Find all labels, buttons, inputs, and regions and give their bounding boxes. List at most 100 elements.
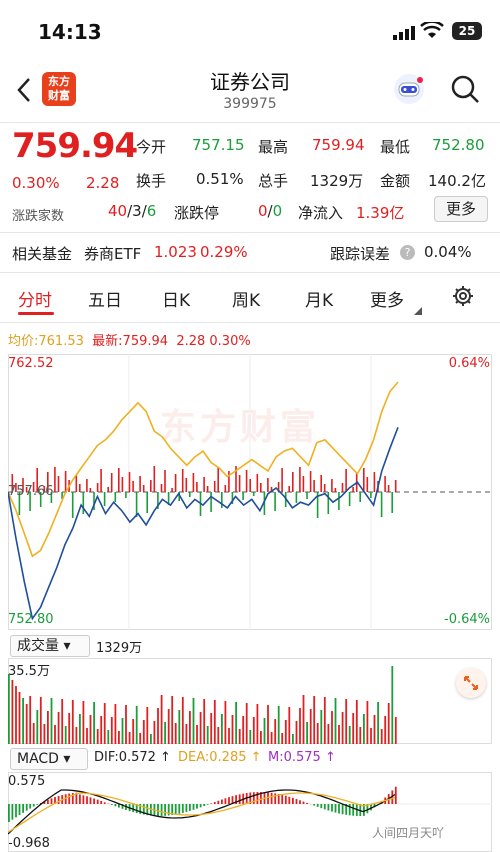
net-flow-bar — [327, 492, 330, 514]
volume-bar — [171, 696, 174, 744]
volume-total: 1329万 — [96, 641, 143, 656]
volume-bar — [217, 727, 220, 744]
volume-bar — [299, 708, 301, 744]
tab-daily-k[interactable]: 日K — [162, 286, 190, 311]
volume-bar — [185, 724, 188, 744]
volume-bar — [89, 715, 92, 744]
tab-intraday[interactable]: 分时 — [18, 286, 52, 311]
volume-bar — [39, 697, 42, 744]
change-value: 2.28 — [86, 174, 120, 192]
macd-bar — [11, 804, 14, 820]
volume-bar — [160, 695, 163, 744]
fund-name[interactable]: 券商ETF — [84, 243, 141, 264]
volume-bar — [135, 706, 138, 744]
volume-bar — [348, 726, 351, 744]
volume-bar — [394, 717, 397, 744]
macd-bar — [50, 798, 53, 804]
volume-bar — [359, 727, 362, 744]
volume-bar — [139, 733, 142, 744]
more-button[interactable]: 更多 — [434, 196, 488, 222]
volume-bar — [43, 724, 46, 744]
volume-bar — [210, 713, 213, 744]
avg-price-line — [8, 381, 399, 558]
net-flow-bar — [171, 488, 173, 492]
net-flow-bar — [292, 472, 294, 492]
volume-bar — [313, 696, 316, 744]
volume-bar — [221, 714, 223, 744]
volume-bar — [206, 726, 209, 744]
tab-monthly-k[interactable]: 月K — [305, 286, 333, 311]
volume-bar — [54, 725, 56, 744]
settings-gear-icon[interactable] — [452, 285, 474, 311]
macd-selector[interactable]: MACD ▾ — [10, 748, 88, 770]
netflow-value: 1.39亿 — [356, 204, 405, 222]
net-flow-bar — [384, 476, 386, 492]
macd-bar — [252, 792, 255, 804]
search-icon[interactable] — [450, 74, 480, 108]
macd-bar — [79, 794, 81, 804]
net-flow-bar — [217, 467, 219, 492]
macd-bar — [96, 799, 99, 804]
net-flow-bar — [242, 492, 244, 500]
updown-label: 涨跌家数 — [12, 209, 65, 224]
open-value: 757.15 — [192, 136, 245, 154]
net-flow-bar — [295, 492, 298, 503]
macd-bar — [57, 796, 60, 804]
expand-icon[interactable] — [456, 668, 486, 698]
macd-bar — [114, 804, 117, 807]
net-flow-bar — [196, 482, 198, 492]
tab-weekly-k[interactable]: 周K — [232, 286, 260, 311]
volume-bar — [242, 716, 245, 744]
net-flow-bar — [89, 488, 92, 492]
macd-bar — [288, 796, 291, 804]
macd-bar — [327, 804, 330, 811]
net-flow-bar — [114, 492, 117, 502]
net-flow-bar — [128, 472, 131, 492]
volume-bar — [228, 728, 230, 744]
turnover-value: 0.51% — [196, 170, 244, 188]
net-flow-bar — [118, 468, 120, 492]
volume-bar — [167, 709, 170, 744]
volume-bar — [132, 719, 135, 744]
active-tab-indicator — [18, 312, 54, 315]
volume-bar — [64, 726, 67, 744]
help-icon[interactable]: ? — [400, 245, 415, 260]
macd-bar — [192, 804, 195, 810]
macd-bar — [213, 802, 216, 804]
intraday-chart[interactable] — [8, 354, 492, 630]
macd-m: M:0.575 ↑ — [268, 750, 336, 765]
volume-bar — [18, 692, 21, 744]
macd-bar — [25, 804, 28, 811]
macd-bar — [292, 797, 294, 804]
net-flow-bar — [387, 485, 390, 492]
tab-more[interactable]: 更多 — [370, 286, 404, 311]
net-flow-bar — [345, 469, 347, 492]
volume-bar — [270, 732, 273, 744]
macd-bar — [316, 804, 319, 807]
macd-bar — [284, 795, 287, 804]
volume-bar — [114, 704, 117, 744]
net-flow-bar — [260, 483, 262, 492]
volume-bar — [292, 734, 294, 744]
volume-bar — [128, 732, 131, 744]
low-value: 752.80 — [432, 136, 485, 154]
dropdown-triangle-icon — [414, 300, 422, 319]
net-flow-bar — [142, 485, 145, 492]
net-flow-bar — [224, 485, 227, 492]
net-flow-bar — [256, 474, 259, 492]
robot-assistant-icon[interactable] — [392, 72, 426, 110]
volume-bar — [366, 701, 369, 744]
open-label: 今开 — [136, 138, 167, 156]
macd-bar — [93, 798, 95, 804]
macd-bar — [302, 801, 305, 804]
net-flow-bar — [302, 476, 305, 492]
volume-bar — [295, 721, 298, 744]
net-flow-bar — [135, 492, 138, 517]
macd-bar — [199, 804, 202, 808]
volume-bar — [47, 711, 49, 744]
volume-bar — [235, 702, 237, 744]
tab-five-day[interactable]: 五日 — [88, 286, 122, 311]
net-flow-bar — [174, 474, 177, 492]
net-flow-bar — [150, 480, 152, 492]
volume-selector[interactable]: 成交量 ▾ — [10, 635, 90, 657]
